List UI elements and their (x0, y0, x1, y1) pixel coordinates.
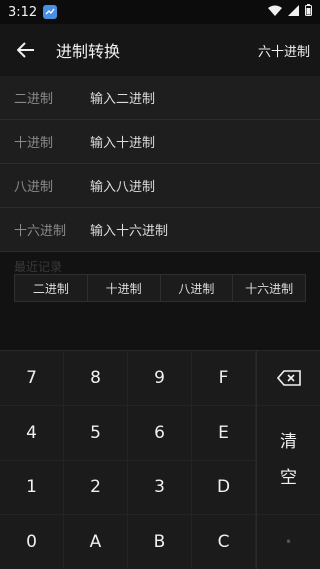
hex-input[interactable]: 输入十六进制 (90, 220, 168, 239)
tab-binary[interactable]: 二进制 (15, 275, 88, 301)
hex-row[interactable]: 十六进制 输入十六进制 (0, 208, 320, 252)
dot-button[interactable]: • (257, 515, 320, 569)
binary-row[interactable]: 二进制 输入二进制 (0, 76, 320, 120)
decimal-input[interactable]: 输入十进制 (90, 132, 155, 151)
key-5[interactable]: 5 (64, 405, 128, 461)
keys-grid: 7 8 9 F 4 5 6 E 1 2 3 D 0 A B C (0, 351, 256, 569)
backspace-button[interactable] (257, 351, 320, 406)
key-6[interactable]: 6 (128, 405, 192, 461)
key-8[interactable]: 8 (64, 351, 128, 406)
tab-octal[interactable]: 八进制 (160, 275, 234, 301)
arrow-left-icon (17, 42, 34, 58)
binary-input[interactable]: 输入二进制 (90, 88, 155, 107)
key-1[interactable]: 1 (0, 460, 64, 516)
decimal-row[interactable]: 十进制 输入十进制 (0, 120, 320, 164)
octal-input[interactable]: 输入八进制 (90, 176, 155, 195)
key-0[interactable]: 0 (0, 515, 64, 569)
hex-label: 十六进制 (14, 224, 67, 239)
status-bar: 3:12 (0, 0, 320, 24)
conversion-fields: 二进制 输入二进制 十进制 输入十进制 八进制 输入八进制 十六进制 输入十六进… (0, 76, 320, 252)
keypad: 7 8 9 F 4 5 6 E 1 2 3 D 0 A B C 清 空 • (0, 350, 320, 569)
wifi-icon (268, 5, 282, 16)
octal-label: 八进制 (14, 180, 54, 195)
clear-label-top: 清 (280, 431, 297, 452)
decimal-label: 十进制 (14, 136, 54, 151)
clear-label-bottom: 空 (280, 467, 297, 488)
app-notification-icon (43, 5, 58, 19)
signal-icon (288, 4, 299, 16)
binary-label: 二进制 (14, 92, 54, 107)
key-b[interactable]: B (128, 515, 192, 569)
key-a[interactable]: A (64, 515, 128, 569)
key-e[interactable]: E (192, 405, 256, 461)
key-2[interactable]: 2 (64, 460, 128, 516)
app-bar: 进制转换 六十进制 (0, 24, 320, 76)
sexagesimal-mode-button[interactable]: 六十进制 (258, 41, 310, 60)
status-time: 3:12 (8, 4, 38, 20)
backspace-icon (276, 369, 301, 386)
key-f[interactable]: F (192, 351, 256, 406)
history-title: 最近记录 (14, 260, 63, 274)
key-3[interactable]: 3 (128, 460, 192, 516)
back-button[interactable] (10, 34, 42, 66)
key-9[interactable]: 9 (128, 351, 192, 406)
base-tabs: 二进制 十进制 八进制 十六进制 (14, 274, 306, 302)
history-section: 最近记录 二进制 十进制 八进制 十六进制 (0, 252, 320, 322)
key-d[interactable]: D (192, 460, 256, 516)
page-title: 进制转换 (56, 42, 121, 61)
key-4[interactable]: 4 (0, 405, 64, 461)
keypad-side-column: 清 空 • (256, 351, 320, 569)
clear-button[interactable]: 清 空 (257, 406, 320, 515)
key-7[interactable]: 7 (0, 351, 64, 406)
key-c[interactable]: C (192, 515, 256, 569)
octal-row[interactable]: 八进制 输入八进制 (0, 164, 320, 208)
battery-icon (305, 4, 312, 16)
tab-hex[interactable]: 十六进制 (233, 275, 305, 301)
tab-decimal[interactable]: 十进制 (87, 275, 161, 301)
